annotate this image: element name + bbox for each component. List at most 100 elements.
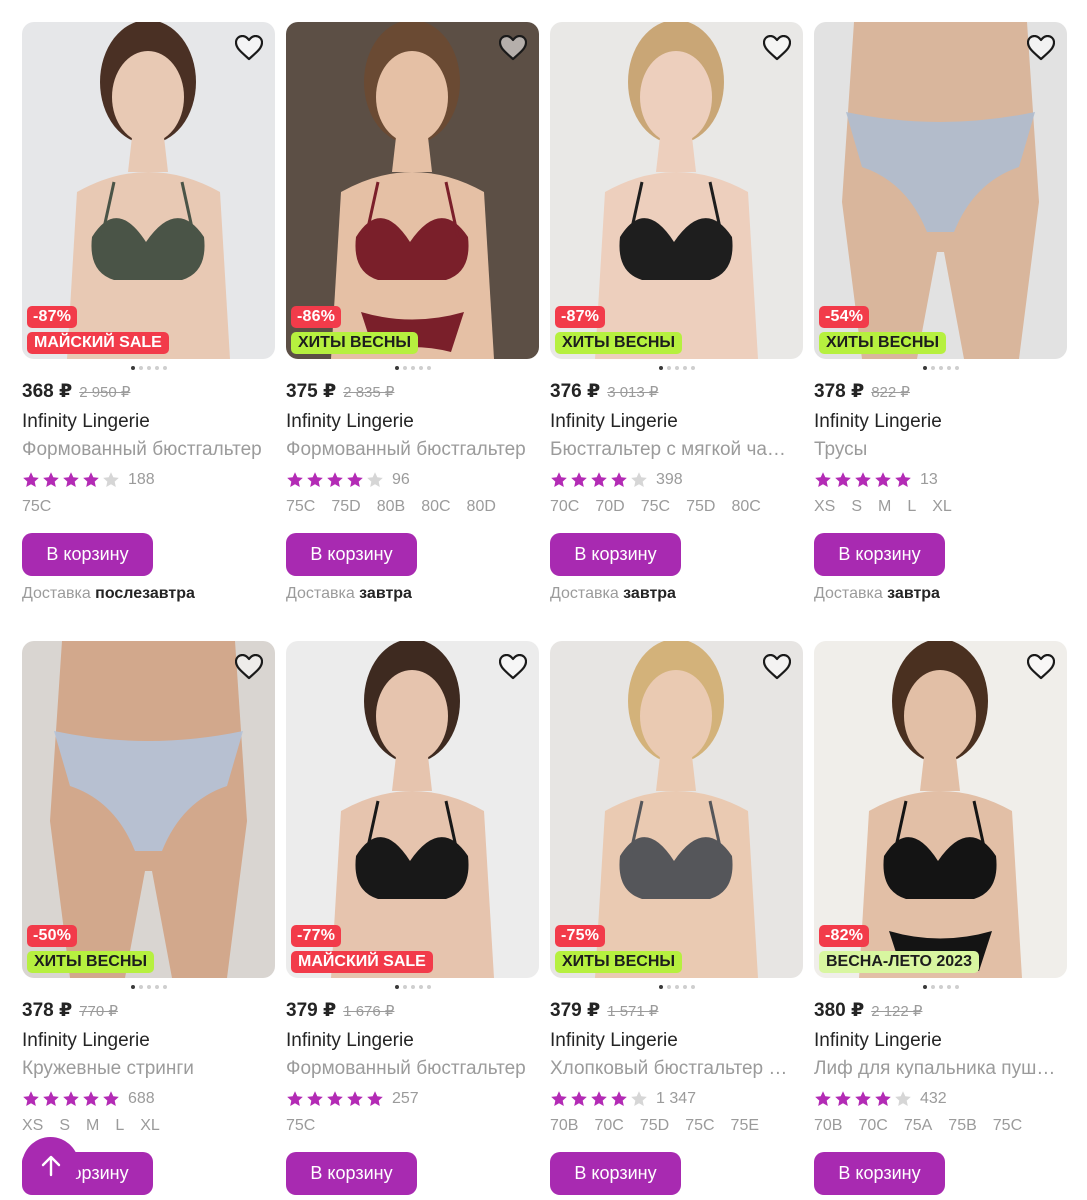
rating[interactable]: 257 [286, 1087, 539, 1111]
image-pager[interactable] [286, 366, 539, 371]
pager-dot[interactable] [162, 985, 167, 989]
pager-dot[interactable] [426, 985, 431, 989]
add-to-cart-button[interactable]: В корзину [814, 533, 945, 576]
brand-name[interactable]: Infinity Lingerie [550, 410, 803, 434]
pager-dot[interactable] [130, 985, 135, 989]
pager-dot[interactable] [946, 985, 951, 989]
favorite-button[interactable] [1026, 652, 1056, 682]
pager-dot[interactable] [418, 985, 423, 989]
pager-dot[interactable] [138, 366, 143, 370]
rating[interactable]: 688 [22, 1087, 275, 1111]
pager-dot[interactable] [938, 366, 943, 370]
pager-dot[interactable] [658, 366, 663, 370]
brand-name[interactable]: Infinity Lingerie [22, 1029, 275, 1053]
image-pager[interactable] [286, 985, 539, 990]
pager-dot[interactable] [946, 366, 951, 370]
rating[interactable]: 398 [550, 468, 803, 492]
pager-dot[interactable] [930, 985, 935, 989]
pager-dot[interactable] [410, 985, 415, 989]
product-card[interactable]: -54% ХИТЫ ВЕСНЫ 378 ₽ 822 ₽ Infinity Lin… [814, 22, 1067, 611]
image-pager[interactable] [22, 985, 275, 990]
favorite-button[interactable] [234, 652, 264, 682]
product-photo[interactable]: -50% ХИТЫ ВЕСНЫ [22, 641, 275, 978]
product-photo[interactable]: -87% ХИТЫ ВЕСНЫ [550, 22, 803, 359]
image-pager[interactable] [22, 366, 275, 371]
pager-dot[interactable] [666, 366, 671, 370]
product-title[interactable]: Трусы [814, 438, 1059, 462]
product-photo[interactable]: -82% ВЕСНА-ЛЕТО 2023 [814, 641, 1067, 978]
rating[interactable]: 96 [286, 468, 539, 492]
pager-dot[interactable] [674, 366, 679, 370]
product-title[interactable]: Кружевные стринги [22, 1057, 267, 1081]
product-photo[interactable]: -75% ХИТЫ ВЕСНЫ [550, 641, 803, 978]
product-photo[interactable]: -87% МАЙСКИЙ SALE [22, 22, 275, 359]
pager-dot[interactable] [162, 366, 167, 370]
add-to-cart-button[interactable]: В корзину [550, 533, 681, 576]
pager-dot[interactable] [402, 366, 407, 370]
product-card[interactable]: -77% МАЙСКИЙ SALE 379 ₽ 1 676 ₽ Infinity… [286, 641, 539, 1200]
favorite-button[interactable] [234, 33, 264, 63]
image-pager[interactable] [814, 366, 1067, 371]
add-to-cart-button[interactable]: В корзину [286, 533, 417, 576]
product-card[interactable]: -86% ХИТЫ ВЕСНЫ 375 ₽ 2 835 ₽ Infinity L… [286, 22, 539, 611]
pager-dot[interactable] [402, 985, 407, 989]
brand-name[interactable]: Infinity Lingerie [814, 410, 1067, 434]
product-photo[interactable]: -54% ХИТЫ ВЕСНЫ [814, 22, 1067, 359]
pager-dot[interactable] [138, 985, 143, 989]
pager-dot[interactable] [394, 985, 399, 989]
product-title[interactable]: Хлопковый бюстгальтер с формованной чашк… [550, 1057, 795, 1081]
pager-dot[interactable] [666, 985, 671, 989]
product-photo[interactable]: -77% МАЙСКИЙ SALE [286, 641, 539, 978]
product-title[interactable]: Формованный бюстгальтер [286, 438, 531, 462]
pager-dot[interactable] [954, 985, 959, 989]
brand-name[interactable]: Infinity Lingerie [22, 410, 275, 434]
pager-dot[interactable] [418, 366, 423, 370]
product-title[interactable]: Формованный бюстгальтер [286, 1057, 531, 1081]
add-to-cart-button[interactable]: В корзину [286, 1152, 417, 1195]
pager-dot[interactable] [154, 366, 159, 370]
favorite-button[interactable] [498, 33, 528, 63]
rating[interactable]: 1 347 [550, 1087, 803, 1111]
product-title[interactable]: Бюстгальтер с мягкой чашкой [550, 438, 795, 462]
add-to-cart-button[interactable]: В корзину [814, 1152, 945, 1195]
rating[interactable]: 432 [814, 1087, 1067, 1111]
rating[interactable]: 13 [814, 468, 1067, 492]
pager-dot[interactable] [922, 366, 927, 370]
pager-dot[interactable] [154, 985, 159, 989]
add-to-cart-button[interactable]: В корзину [550, 1152, 681, 1195]
product-card[interactable]: -82% ВЕСНА-ЛЕТО 2023 380 ₽ 2 122 ₽ Infin… [814, 641, 1067, 1200]
pager-dot[interactable] [682, 366, 687, 370]
favorite-button[interactable] [762, 33, 792, 63]
pager-dot[interactable] [690, 366, 695, 370]
product-card[interactable]: -75% ХИТЫ ВЕСНЫ 379 ₽ 1 571 ₽ Infinity L… [550, 641, 803, 1200]
pager-dot[interactable] [674, 985, 679, 989]
rating[interactable]: 188 [22, 468, 275, 492]
image-pager[interactable] [550, 985, 803, 990]
pager-dot[interactable] [426, 366, 431, 370]
pager-dot[interactable] [658, 985, 663, 989]
pager-dot[interactable] [682, 985, 687, 989]
product-title[interactable]: Лиф для купальника пуш-ап [814, 1057, 1059, 1081]
brand-name[interactable]: Infinity Lingerie [814, 1029, 1067, 1053]
favorite-button[interactable] [762, 652, 792, 682]
pager-dot[interactable] [922, 985, 927, 989]
image-pager[interactable] [814, 985, 1067, 990]
favorite-button[interactable] [1026, 33, 1056, 63]
pager-dot[interactable] [954, 366, 959, 370]
favorite-button[interactable] [498, 652, 528, 682]
brand-name[interactable]: Infinity Lingerie [286, 1029, 539, 1053]
pager-dot[interactable] [930, 366, 935, 370]
product-card[interactable]: -87% МАЙСКИЙ SALE 368 ₽ 2 950 ₽ Infinity… [22, 22, 275, 611]
brand-name[interactable]: Infinity Lingerie [286, 410, 539, 434]
scroll-to-top-button[interactable] [22, 1137, 79, 1194]
pager-dot[interactable] [690, 985, 695, 989]
product-photo[interactable]: -86% ХИТЫ ВЕСНЫ [286, 22, 539, 359]
image-pager[interactable] [550, 366, 803, 371]
pager-dot[interactable] [938, 985, 943, 989]
pager-dot[interactable] [146, 985, 151, 989]
add-to-cart-button[interactable]: В корзину [22, 533, 153, 576]
product-card[interactable]: -87% ХИТЫ ВЕСНЫ 376 ₽ 3 013 ₽ Infinity L… [550, 22, 803, 611]
pager-dot[interactable] [146, 366, 151, 370]
product-card[interactable]: -50% ХИТЫ ВЕСНЫ 378 ₽ 770 ₽ Infinity Lin… [22, 641, 275, 1200]
product-title[interactable]: Формованный бюстгальтер [22, 438, 267, 462]
